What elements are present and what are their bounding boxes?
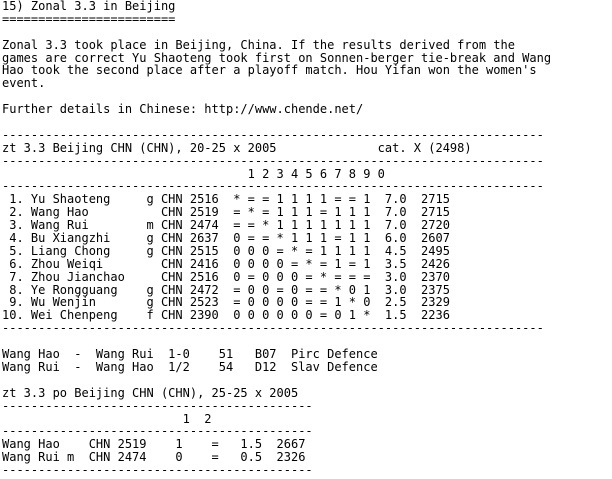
separator-line: ----------------------------------------… [2, 463, 313, 478]
crosstable-header: zt 3.3 Beijing CHN (CHN), 20-25 x 2005 c… [2, 140, 472, 155]
intro-paragraph-line: Hao took the second place after a playof… [2, 63, 537, 78]
separator-line: ----------------------------------------… [2, 153, 544, 168]
crosstable-row: 7. Zhou Jianchao CHN 2516 0 = 0 0 0 = * … [2, 269, 450, 284]
crosstable-row: 5. Liang Chong g CHN 2515 0 0 0 = * = 1 … [2, 243, 450, 258]
title-underline: ======================== [2, 11, 176, 26]
intro-paragraph-line: Zonal 3.3 took place in Beijing, China. … [2, 37, 515, 52]
document-page: 15) Zonal 3.3 in Beijing ================… [2, 0, 610, 479]
intro-paragraph-line: event. [2, 76, 46, 91]
separator-line: ----------------------------------------… [2, 127, 544, 142]
separator-line: ----------------------------------------… [2, 398, 313, 413]
separator-line: ----------------------------------------… [2, 321, 544, 336]
playoff-game-1: Wang Hao - Wang Rui 1-0 51 B07 Pirc Defe… [2, 347, 378, 362]
document-title: 15) Zonal 3.3 in Beijing [2, 0, 176, 13]
crosstable-row: 4. Bu Xiangzhi g CHN 2637 0 = = * 1 1 1 … [2, 231, 450, 246]
crosstable-row: 6. Zhou Weiqi CHN 2416 0 0 0 0 = * = 1 =… [2, 256, 450, 271]
playoff-table-header: zt 3.3 po Beijing CHN (CHN), 25-25 x 200… [2, 385, 299, 400]
further-details-line: Further details in Chinese: http://www.c… [2, 102, 364, 117]
playoff-game-2: Wang Rui - Wang Hao 1/2 54 D12 Slav Defe… [2, 359, 378, 374]
